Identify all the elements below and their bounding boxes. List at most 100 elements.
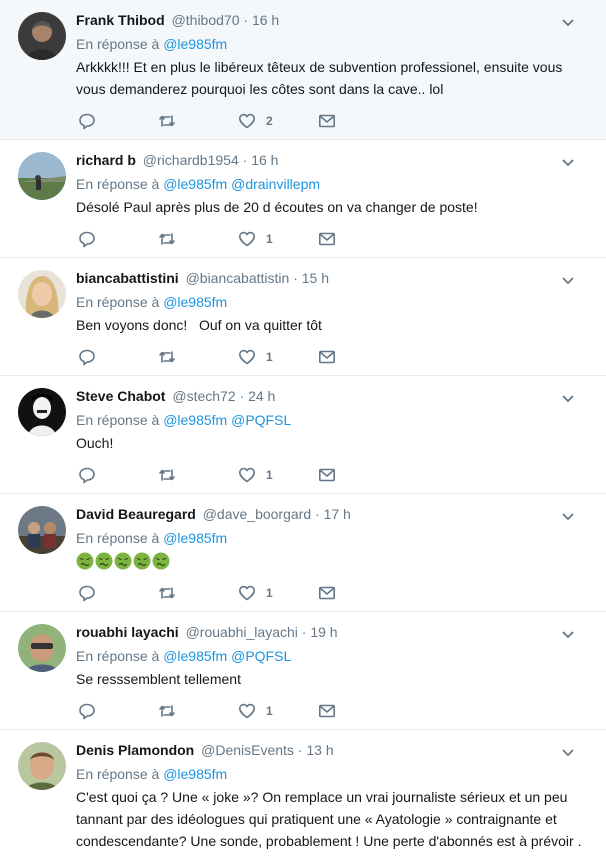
- like-icon: [239, 467, 255, 483]
- timestamp[interactable]: 13 h: [306, 742, 333, 758]
- tweet-actions: 1: [78, 583, 348, 603]
- retweet-icon: [159, 587, 175, 599]
- separator: ·: [293, 270, 298, 286]
- direct-message-icon: [318, 350, 335, 364]
- mention-link[interactable]: @le985fm: [163, 294, 227, 310]
- reply-button[interactable]: [78, 347, 96, 367]
- nauseated-face-emoji: [114, 552, 132, 570]
- reply-icon: [79, 349, 95, 366]
- mention-link[interactable]: @le985fm: [163, 176, 227, 192]
- chevron-down-icon[interactable]: [560, 154, 576, 170]
- like-button[interactable]: 2: [238, 111, 273, 131]
- avatar[interactable]: [18, 388, 66, 436]
- mention-link[interactable]: @le985fm: [163, 36, 227, 52]
- avatar[interactable]: [18, 742, 66, 790]
- chevron-down-icon[interactable]: [560, 744, 576, 760]
- tweet[interactable]: Frank Thibod @thibod70 · 16 h En réponse…: [0, 0, 606, 140]
- tweet-feed: Frank Thibod @thibod70 · 16 h En réponse…: [0, 0, 606, 856]
- display-name[interactable]: rouabhi layachi: [76, 624, 179, 640]
- like-icon: [239, 585, 255, 601]
- nauseated-face-emoji: [152, 552, 170, 570]
- separator: ·: [315, 506, 320, 522]
- reply-button[interactable]: [78, 583, 96, 603]
- tweet[interactable]: richard b @richardb1954 · 16 h En répons…: [0, 140, 606, 258]
- mention-link[interactable]: @le985fm: [163, 766, 227, 782]
- direct-message-button[interactable]: [318, 465, 336, 485]
- retweet-button[interactable]: [158, 229, 176, 249]
- display-name[interactable]: Steve Chabot: [76, 388, 165, 404]
- tweet-text: Se resssemblent tellement: [76, 671, 241, 687]
- tweet-header: Frank Thibod @thibod70 · 16 h: [76, 10, 279, 30]
- mention-link[interactable]: @PQFSL: [231, 648, 291, 664]
- direct-message-button[interactable]: [318, 701, 336, 721]
- reply-prefix: En réponse à: [76, 294, 160, 310]
- tweet[interactable]: Denis Plamondon @DenisEvents · 13 h En r…: [0, 730, 606, 856]
- display-name[interactable]: Frank Thibod: [76, 12, 165, 28]
- timestamp[interactable]: 16 h: [252, 12, 279, 28]
- tweet[interactable]: Steve Chabot @stech72 · 24 h En réponse …: [0, 376, 606, 494]
- timestamp[interactable]: 17 h: [324, 506, 351, 522]
- direct-message-button[interactable]: [318, 347, 336, 367]
- mention-link[interactable]: @le985fm: [163, 648, 227, 664]
- tweet[interactable]: biancabattistini @biancabattistin · 15 h…: [0, 258, 606, 376]
- like-count: 1: [266, 468, 273, 482]
- tweet[interactable]: rouabhi layachi @rouabhi_layachi · 19 h …: [0, 612, 606, 730]
- like-button[interactable]: 1: [238, 229, 273, 249]
- retweet-button[interactable]: [158, 701, 176, 721]
- username[interactable]: @stech72: [172, 388, 235, 404]
- chevron-down-icon[interactable]: [560, 272, 576, 288]
- timestamp[interactable]: 15 h: [302, 270, 329, 286]
- like-button[interactable]: 1: [238, 347, 273, 367]
- reply-button[interactable]: [78, 465, 96, 485]
- chevron-down-icon[interactable]: [560, 14, 576, 30]
- display-name[interactable]: biancabattistini: [76, 270, 179, 286]
- tweet-actions: 2: [78, 111, 348, 131]
- direct-message-icon: [318, 232, 335, 246]
- username[interactable]: @richardb1954: [143, 152, 239, 168]
- chevron-down-icon[interactable]: [560, 626, 576, 642]
- display-name[interactable]: David Beauregard: [76, 506, 196, 522]
- retweet-button[interactable]: [158, 465, 176, 485]
- tweet-header: Denis Plamondon @DenisEvents · 13 h: [76, 740, 334, 760]
- username[interactable]: @thibod70: [172, 12, 240, 28]
- chevron-down-icon[interactable]: [560, 390, 576, 406]
- retweet-button[interactable]: [158, 583, 176, 603]
- reply-button[interactable]: [78, 701, 96, 721]
- username[interactable]: @rouabhi_layachi: [186, 624, 298, 640]
- tweet-text: Arkkkk!!! Et en plus le libéreux têteux …: [76, 59, 563, 97]
- timestamp[interactable]: 24 h: [248, 388, 275, 404]
- retweet-icon: [159, 351, 175, 363]
- timestamp[interactable]: 19 h: [310, 624, 337, 640]
- display-name[interactable]: Denis Plamondon: [76, 742, 194, 758]
- mention-link[interactable]: @PQFSL: [231, 412, 291, 428]
- display-name[interactable]: richard b: [76, 152, 136, 168]
- timestamp[interactable]: 16 h: [251, 152, 278, 168]
- like-button[interactable]: 1: [238, 465, 273, 485]
- username[interactable]: @biancabattistin: [186, 270, 290, 286]
- retweet-button[interactable]: [158, 111, 176, 131]
- mention-link[interactable]: @le985fm: [163, 530, 227, 546]
- tweet-text: Ouch!: [76, 435, 114, 451]
- avatar[interactable]: [18, 12, 66, 60]
- mention-link[interactable]: @le985fm: [163, 412, 227, 428]
- mention-link[interactable]: @drainvillepm: [231, 176, 320, 192]
- direct-message-button[interactable]: [318, 229, 336, 249]
- avatar[interactable]: [18, 624, 66, 672]
- avatar[interactable]: [18, 152, 66, 200]
- tweet[interactable]: David Beauregard @dave_boorgard · 17 h E…: [0, 494, 606, 612]
- retweet-icon: [159, 115, 175, 127]
- username[interactable]: @dave_boorgard: [203, 506, 311, 522]
- like-button[interactable]: 1: [238, 701, 273, 721]
- direct-message-button[interactable]: [318, 583, 336, 603]
- separator: ·: [243, 12, 249, 28]
- avatar[interactable]: [18, 506, 66, 554]
- chevron-down-icon[interactable]: [560, 508, 576, 524]
- reply-button[interactable]: [78, 229, 96, 249]
- like-button[interactable]: 1: [238, 583, 273, 603]
- retweet-button[interactable]: [158, 347, 176, 367]
- username[interactable]: @DenisEvents: [201, 742, 294, 758]
- direct-message-button[interactable]: [318, 111, 336, 131]
- avatar[interactable]: [18, 270, 66, 318]
- like-icon: [239, 703, 255, 719]
- reply-button[interactable]: [78, 111, 96, 131]
